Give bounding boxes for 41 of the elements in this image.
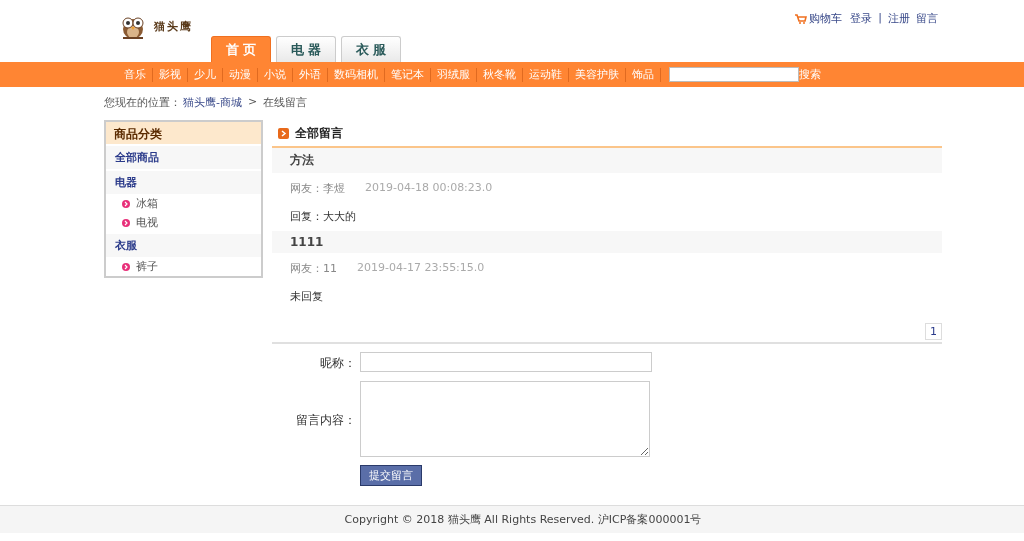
subcategory-item[interactable]: 冰箱 [136, 196, 158, 211]
content-label: 留言内容： [295, 412, 356, 429]
submit-button[interactable]: 提交留言 [360, 465, 422, 486]
category-item[interactable]: 全部商品 [106, 146, 261, 169]
bullet-icon [122, 218, 130, 227]
panel-title: 商品分类 [106, 122, 261, 144]
cart-icon [795, 13, 808, 24]
copyright-text: Copyright © 2018 猫头鹰 All Rights Reserved. 沪ICP备案000001号 [344, 512, 702, 527]
section-title: 全部留言 [295, 124, 343, 142]
message-subject: 1111 [272, 231, 942, 253]
message-author: 网友：11 [290, 261, 337, 276]
message-time: 2019-04-18 00:08:23.0 [365, 181, 493, 196]
logo-text: 猫头鹰 [154, 18, 193, 34]
breadcrumb-current: 在线留言 [263, 95, 308, 110]
message-subject: 方法 [272, 148, 942, 173]
breadcrumb-separator: > [247, 95, 259, 110]
content-field[interactable] [360, 381, 650, 457]
page-link[interactable]: 1 [925, 323, 942, 340]
nickname-label: 昵称： [319, 355, 356, 372]
nickname-field[interactable] [360, 352, 652, 372]
message-reply: 未回复 [289, 289, 324, 305]
nav-tab[interactable]: 电 器 [276, 36, 336, 62]
bullet-icon [122, 199, 130, 208]
message-author: 网友：李煜 [290, 181, 345, 196]
breadcrumb-link[interactable]: 猫头鹰-商城 [183, 95, 242, 110]
bullet-icon [122, 262, 130, 271]
category-item[interactable]: 衣服 [106, 234, 261, 257]
header-link[interactable]: 留言 [916, 11, 938, 26]
header-link[interactable]: 登录 [850, 11, 873, 26]
header-link[interactable]: 注册 [888, 11, 910, 26]
message-reply: 回复：大大的 [289, 209, 357, 225]
category-item[interactable]: 电器 [106, 171, 261, 194]
cart-link[interactable]: 购物车 [795, 11, 843, 26]
message-time: 2019-04-17 23:55:15.0 [357, 261, 485, 276]
arrow-icon [278, 127, 289, 139]
link-separator: | [878, 11, 882, 26]
subcategory-item[interactable]: 电视 [136, 215, 158, 230]
subcategory-item[interactable]: 裤子 [136, 259, 158, 274]
search-field[interactable] [669, 67, 799, 82]
nav-tab[interactable]: 衣 服 [341, 36, 401, 62]
breadcrumb-label: 您现在的位置： [104, 95, 181, 110]
